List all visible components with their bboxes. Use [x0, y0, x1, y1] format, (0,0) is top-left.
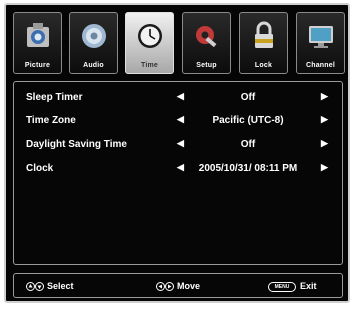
setting-row-daylight-saving-time[interactable]: Daylight Saving Time ◀ Off ▶ [14, 137, 342, 155]
monitor-icon [309, 26, 333, 48]
tab-label: Audio [83, 62, 104, 69]
exit-label: Exit [300, 281, 317, 291]
camera-icon [27, 23, 49, 47]
setting-label: Time Zone [26, 115, 76, 126]
exit-hint: MENU Exit [268, 281, 317, 292]
right-arrow-icon[interactable]: ▶ [321, 91, 328, 102]
clock-icon [138, 24, 162, 48]
select-label: Select [47, 281, 74, 291]
setting-value: Off [240, 92, 256, 103]
right-arrow-icon[interactable]: ▶ [321, 114, 328, 125]
tab-label: Channel [305, 62, 335, 69]
tab-channel[interactable]: Channel [296, 12, 345, 74]
left-arrow-icon[interactable]: ◀ [177, 91, 184, 102]
tab-label: Setup [196, 62, 217, 69]
tab-picture[interactable]: Picture [13, 12, 62, 74]
tab-setup[interactable]: Setup [182, 12, 231, 74]
tab-audio[interactable]: Audio [69, 12, 118, 74]
menu-tabs: Picture Audio Time Setup Lock Channel [13, 12, 345, 76]
move-label: Move [177, 281, 201, 291]
up-down-buttons-icon [26, 282, 44, 292]
tab-label: Picture [24, 62, 51, 69]
tab-label: Time [140, 62, 158, 69]
time-settings-panel: Sleep Timer ◀ Off ▶ Time Zone ◀ Pacific … [13, 81, 343, 265]
tv-osd-menu: Picture Audio Time Setup Lock Channel Sl… [4, 3, 350, 303]
menu-button-icon: MENU [268, 281, 296, 292]
setting-label: Clock [26, 163, 54, 174]
move-hint: Move [156, 281, 201, 292]
left-arrow-icon[interactable]: ◀ [177, 114, 184, 125]
left-arrow-icon[interactable]: ◀ [177, 162, 184, 173]
button-hint-bar: Select Move MENU Exit [13, 273, 343, 298]
gear-wrench-icon [196, 26, 217, 48]
left-right-buttons-icon [156, 282, 174, 292]
setting-label: Daylight Saving Time [26, 139, 127, 150]
setting-row-time-zone[interactable]: Time Zone ◀ Pacific (UTC-8) ▶ [14, 113, 342, 131]
setting-value: 2005/10/31/ 08:11 PM [198, 163, 298, 174]
right-arrow-icon[interactable]: ▶ [321, 162, 328, 173]
select-hint: Select [26, 281, 74, 292]
padlock-icon [255, 21, 273, 48]
speaker-icon [82, 24, 106, 48]
tab-time[interactable]: Time [125, 12, 174, 74]
setting-value: Pacific (UTC-8) [212, 115, 284, 126]
right-arrow-icon[interactable]: ▶ [321, 138, 328, 149]
tab-label: Lock [254, 62, 273, 69]
left-arrow-icon[interactable]: ◀ [177, 138, 184, 149]
setting-row-sleep-timer[interactable]: Sleep Timer ◀ Off ▶ [14, 90, 342, 108]
tab-lock[interactable]: Lock [239, 12, 288, 74]
setting-value: Off [240, 139, 256, 150]
setting-row-clock[interactable]: Clock ◀ 2005/10/31/ 08:11 PM ▶ [14, 161, 342, 179]
setting-label: Sleep Timer [26, 92, 83, 103]
